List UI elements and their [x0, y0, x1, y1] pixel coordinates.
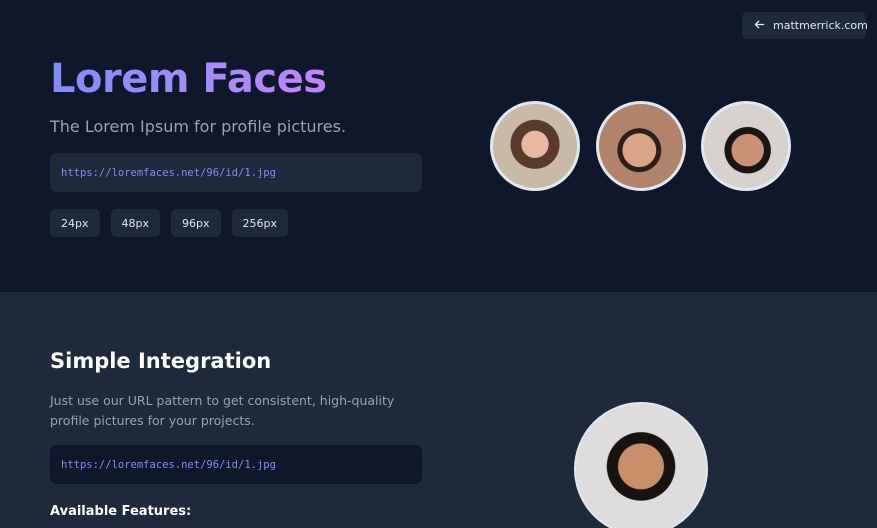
back-link-label: mattmerrick.com: [773, 19, 868, 32]
avatar-face-woman: [490, 101, 580, 191]
back-link-button[interactable]: mattmerrick.com: [742, 12, 868, 39]
integration-description: Just use our URL pattern to get consiste…: [50, 393, 395, 428]
size-selector: 24px 48px 96px 256px: [50, 209, 288, 237]
size-button-48[interactable]: 48px: [110, 209, 160, 237]
arrow-left-icon: [753, 18, 766, 34]
example-url-code[interactable]: https://loremfaces.net/96/id/1.jpg: [50, 153, 422, 192]
features-heading: Available Features:: [50, 504, 192, 519]
page-title: Lorem Faces: [50, 56, 327, 102]
integration-section: Simple Integration Just use our URL patt…: [0, 292, 877, 528]
avatar-face-young-man: [701, 101, 791, 191]
avatar-face-man: [596, 101, 686, 191]
page-subtitle: The Lorem Ipsum for profile pictures.: [50, 117, 347, 136]
avatar-face-large: [574, 402, 708, 528]
size-button-96[interactable]: 96px: [171, 209, 221, 237]
size-button-256[interactable]: 256px: [231, 209, 288, 237]
integration-url-code[interactable]: https://loremfaces.net/96/id/1.jpg: [50, 445, 422, 484]
hero-section: mattmerrick.com Lorem Faces The Lorem Ip…: [0, 0, 877, 292]
size-button-24[interactable]: 24px: [50, 209, 100, 237]
integration-title: Simple Integration: [50, 349, 272, 373]
